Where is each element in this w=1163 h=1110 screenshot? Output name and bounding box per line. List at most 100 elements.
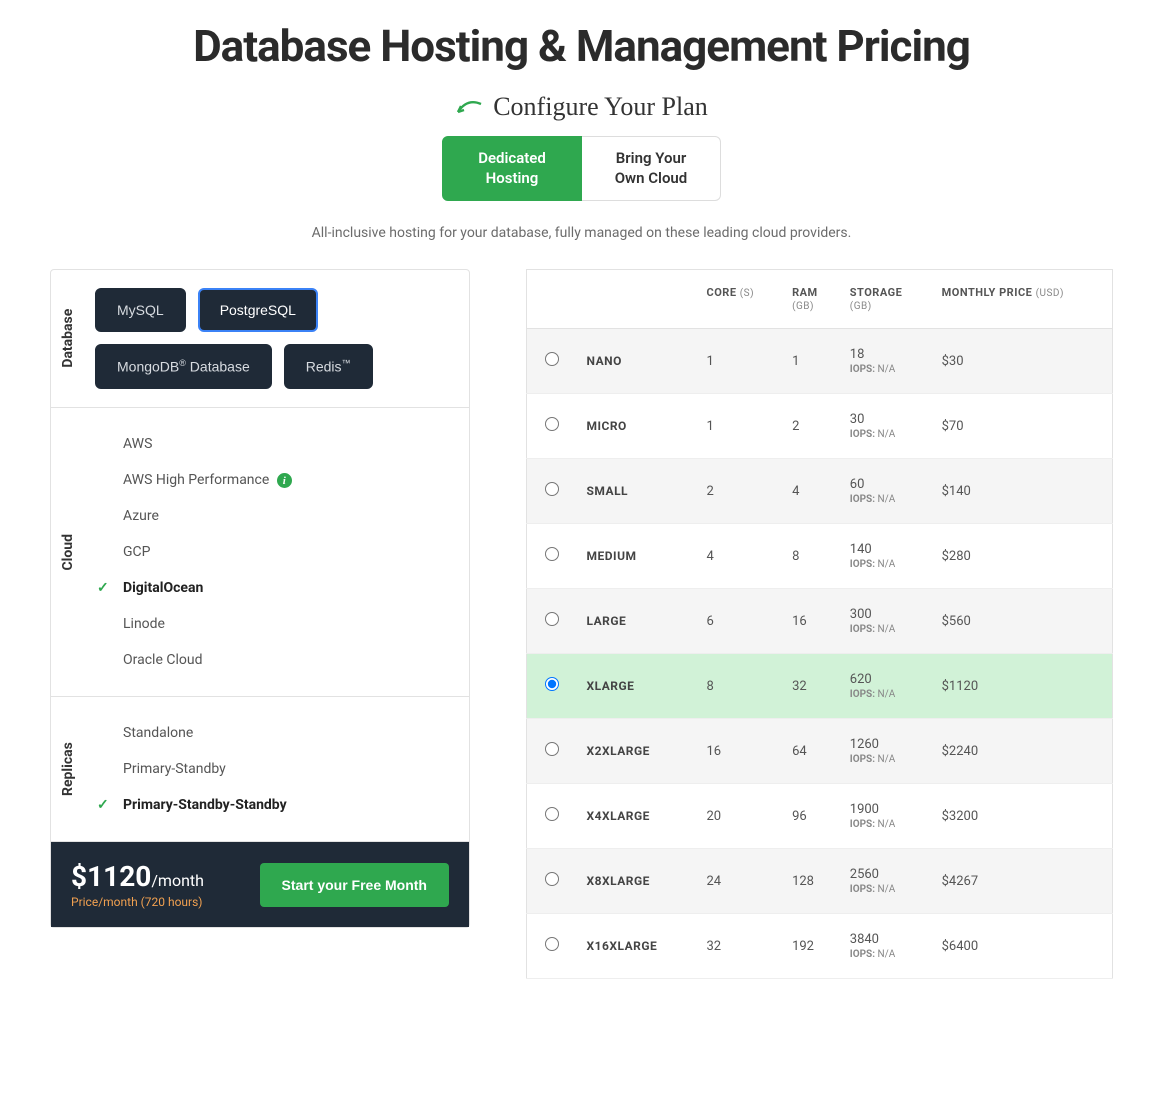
plan-ram: 32 [782,654,840,719]
cloud-label: AWS [123,436,152,452]
cloud-label: Linode [123,616,165,632]
plan-table-panel: CORE (S) RAM(GB) STORAGE(GB) MONTHLY PRI… [526,269,1113,979]
plan-core: 2 [697,459,783,524]
plan-row-x8xlarge[interactable]: X8XLARGE241282560IOPS: N/A$4267 [527,849,1113,914]
plan-name: X2XLARGE [587,744,687,758]
plan-core: 24 [697,849,783,914]
plan-ram: 1 [782,329,840,394]
plan-radio-small[interactable] [545,482,559,496]
plan-ram: 8 [782,524,840,589]
cloud-option-oracle-cloud[interactable]: Oracle Cloud [95,642,451,678]
col-storage: STORAGE(GB) [840,270,932,329]
plan-storage: 18IOPS: N/A [840,329,932,394]
plan-ram: 64 [782,719,840,784]
plan-name: SMALL [587,484,687,498]
replica-option-primary-standby-standby[interactable]: ✓Primary-Standby-Standby [95,787,451,823]
cloud-option-linode[interactable]: Linode [95,606,451,642]
cloud-label: AWS High Performance [123,472,269,488]
plan-row-medium[interactable]: MEDIUM48140IOPS: N/A$280 [527,524,1113,589]
plan-radio-x2xlarge[interactable] [545,742,559,756]
plan-price: $560 [932,589,1113,654]
plan-table: CORE (S) RAM(GB) STORAGE(GB) MONTHLY PRI… [526,269,1113,979]
cloud-label: Oracle Cloud [123,652,202,668]
plan-radio-large[interactable] [545,612,559,626]
cloud-label: DigitalOcean [123,580,203,596]
cloud-option-digitalocean[interactable]: ✓DigitalOcean [95,570,451,606]
cloud-option-azure[interactable]: Azure [95,498,451,534]
database-option-postgresql[interactable]: PostgreSQL [198,288,318,332]
price-subtext: Price/month (720 hours) [71,895,204,909]
plan-radio-micro[interactable] [545,417,559,431]
plan-name: X16XLARGE [587,939,687,953]
database-option-mysql[interactable]: MySQL [95,288,186,332]
section-label-database: Database [51,270,85,407]
plan-row-large[interactable]: LARGE616300IOPS: N/A$560 [527,589,1113,654]
plan-row-nano[interactable]: NANO1118IOPS: N/A$30 [527,329,1113,394]
cloud-option-aws-high-performance[interactable]: AWS High Performance i [95,462,451,499]
plan-storage: 300IOPS: N/A [840,589,932,654]
plan-storage: 1900IOPS: N/A [840,784,932,849]
cloud-option-gcp[interactable]: GCP [95,534,451,570]
plan-radio-x16xlarge[interactable] [545,937,559,951]
plan-price: $70 [932,394,1113,459]
plan-storage: 3840IOPS: N/A [840,914,932,979]
plan-ram: 192 [782,914,840,979]
plan-radio-x8xlarge[interactable] [545,872,559,886]
section-label-cloud: Cloud [51,408,85,697]
plan-radio-xlarge[interactable] [545,677,559,691]
info-icon[interactable]: i [277,473,292,488]
plan-row-x4xlarge[interactable]: X4XLARGE 20961900IOPS: N/A$3200 [527,784,1113,849]
plan-storage: 140IOPS: N/A [840,524,932,589]
plan-row-small[interactable]: SMALL2460IOPS: N/A$140 [527,459,1113,524]
plan-ram: 128 [782,849,840,914]
plan-radio-medium[interactable] [545,547,559,561]
cloud-label: Azure [123,508,159,524]
arrow-curved-icon [455,96,483,118]
section-cloud: Cloud AWS AWS High Performance i Azure GCP ✓… [51,408,469,698]
section-label-replicas: Replicas [51,697,85,841]
plan-name: X4XLARGE [587,809,687,823]
plan-core: 1 [697,394,783,459]
plan-storage: 1260IOPS: N/A [840,719,932,784]
start-free-month-button[interactable]: Start your Free Month [260,863,449,907]
plan-ram: 96 [782,784,840,849]
config-panel: Database MySQL PostgreSQL MongoDB® Databas… [50,269,470,928]
plan-name: X8XLARGE [587,874,687,888]
hosting-tabs: Dedicated Hosting Bring Your Own Cloud [50,136,1113,201]
plan-name: LARGE [587,614,687,628]
plan-row-x2xlarge[interactable]: X2XLARGE16641260IOPS: N/A$2240 [527,719,1113,784]
plan-name: NANO [587,354,687,368]
replica-label: Primary-Standby-Standby [123,797,287,813]
plan-row-xlarge[interactable]: XLARGE832620IOPS: N/A$1120 [527,654,1113,719]
plan-price: $1120 [932,654,1113,719]
replica-option-primary-standby[interactable]: Primary-Standby [95,751,451,787]
price-amount: $1120 [71,860,151,893]
cloud-option-aws[interactable]: AWS [95,426,451,462]
subtitle: All-inclusive hosting for your database,… [50,225,1113,241]
plan-core: 4 [697,524,783,589]
plan-radio-nano[interactable] [545,352,559,366]
plan-price: $2240 [932,719,1113,784]
plan-radio-x4xlarge[interactable] [545,807,559,821]
plan-core: 20 [697,784,783,849]
plan-row-micro[interactable]: MICRO1230IOPS: N/A$70 [527,394,1113,459]
tab-dedicated-hosting[interactable]: Dedicated Hosting [442,136,582,201]
plan-core: 6 [697,589,783,654]
section-replicas: Replicas StandalonePrimary-Standby✓Prima… [51,697,469,842]
replica-option-standalone[interactable]: Standalone [95,715,451,751]
plan-core: 8 [697,654,783,719]
plan-price: $3200 [932,784,1113,849]
database-option-mongodb-database[interactable]: MongoDB® Database [95,344,272,389]
cloud-label: GCP [123,544,150,560]
plan-row-x16xlarge[interactable]: X16XLARGE 321923840IOPS: N/A$6400 [527,914,1113,979]
tab-bring-your-own-cloud[interactable]: Bring Your Own Cloud [582,136,721,201]
col-core: CORE (S) [697,270,783,329]
price-footer: $1120/month Price/month (720 hours) Star… [51,842,469,927]
plan-name: MEDIUM [587,549,687,563]
page-title: Database Hosting & Management Pricing [50,20,1113,72]
plan-name: MICRO [587,419,687,433]
section-database: Database MySQL PostgreSQL MongoDB® Databas… [51,270,469,408]
plan-price: $6400 [932,914,1113,979]
plan-core: 32 [697,914,783,979]
database-option-redis-[interactable]: Redis™ [284,344,373,389]
